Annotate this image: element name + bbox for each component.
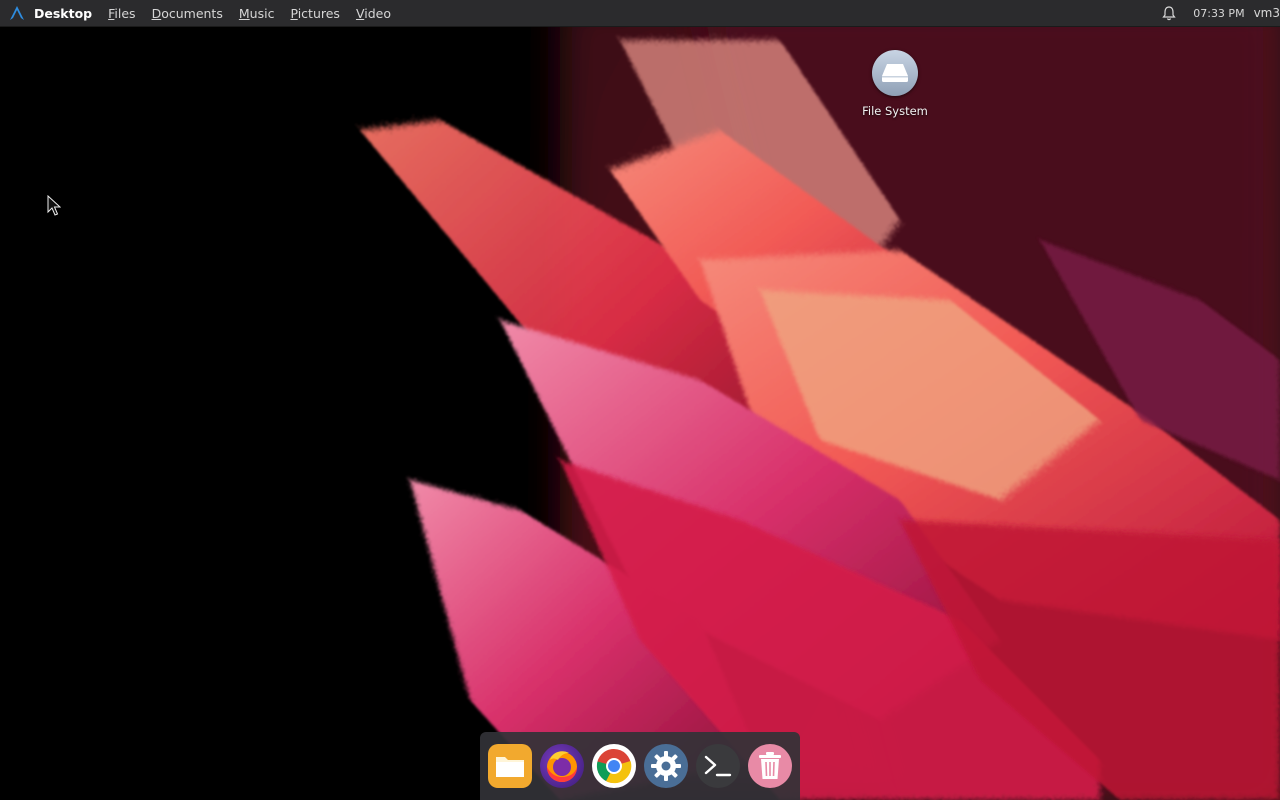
terminal-icon [704,755,732,777]
dock [480,732,800,800]
wallpaper [0,0,1280,800]
dock-trash-button[interactable] [748,744,792,788]
menu-music[interactable]: Music [239,6,275,21]
notification-bell-icon[interactable] [1159,0,1179,26]
menu-documents-label: ocuments [161,5,223,21]
dock-firefox-button[interactable] [540,744,584,788]
desktop-icon-label: File System [862,104,928,118]
menu-music-mnemonic: M [238,5,250,21]
dock-chrome-button[interactable] [592,744,636,788]
dock-files-button[interactable] [488,744,532,788]
desktop-icon-file-system[interactable]: File System [852,50,938,118]
user-menu[interactable]: vm3 [1254,6,1280,20]
menu-pictures-mnemonic: P [290,5,298,21]
menu-video[interactable]: Video [356,6,391,21]
drive-icon [872,50,918,96]
menu-pictures-label: ictures [297,5,340,21]
trash-icon [759,752,781,779]
gear-icon [651,751,681,781]
dock-settings-button[interactable] [644,744,688,788]
menu-video-label: ideo [364,5,391,21]
menu-documents[interactable]: Documents [152,6,223,21]
wallpaper-art [360,0,1280,800]
menu-files[interactable]: Files [108,6,135,21]
folder-icon [496,757,524,777]
firefox-icon [547,751,577,782]
menu-documents-mnemonic: D [151,5,162,21]
clock[interactable]: 07:33 PM [1193,7,1244,20]
tray: 07:33 PM vm3 [1159,0,1280,26]
menu-music-label: usic [249,5,275,21]
dock-terminal-button[interactable] [696,744,740,788]
desktop[interactable]: Desktop Files Documents Music Pictures V… [0,0,1280,800]
chrome-icon [596,748,632,784]
menu-pictures[interactable]: Pictures [290,6,340,21]
menu-video-mnemonic: V [355,5,365,21]
app-menu-desktop[interactable]: Desktop [34,6,92,21]
menu-files-label: iles [114,5,136,21]
top-panel: Desktop Files Documents Music Pictures V… [0,0,1280,27]
arch-logo-icon[interactable] [0,0,34,26]
mouse-cursor-icon [47,194,62,221]
